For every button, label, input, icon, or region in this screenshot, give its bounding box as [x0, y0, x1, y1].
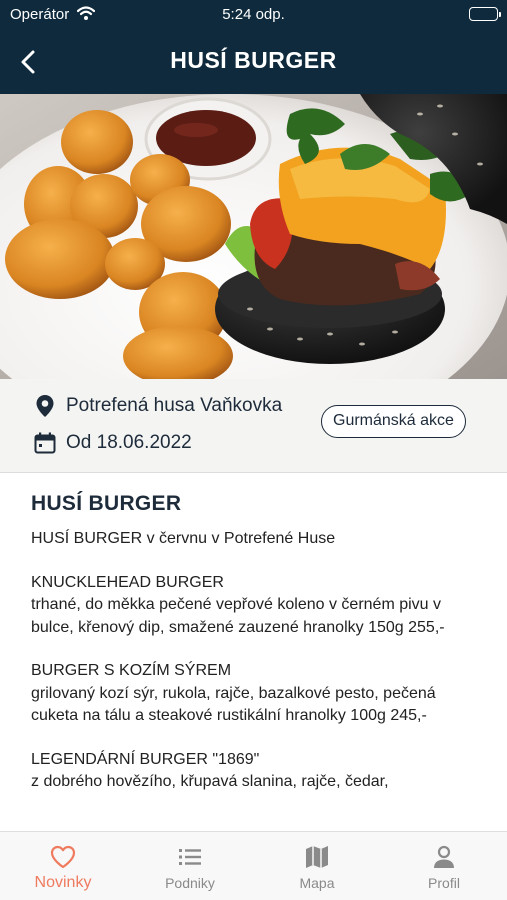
paragraph-body: grilovaný kozí sýr, rukola, rajče, bazal…: [31, 684, 436, 725]
list-icon: [179, 849, 201, 865]
tab-bar: Novinky Podniky Mapa Profil: [0, 831, 507, 900]
battery-icon: [469, 7, 501, 21]
paragraph-body: z dobrého hovězího, křupavá slanina, raj…: [31, 773, 389, 790]
paragraph-title: BURGER S KOZÍM SÝREM: [31, 662, 232, 679]
nav-bar: HUSÍ BURGER: [0, 30, 507, 94]
location-pin-icon: [34, 394, 56, 418]
person-icon: [434, 845, 454, 868]
tab-mapa[interactable]: Mapa: [254, 832, 380, 900]
tab-label: Mapa: [299, 875, 335, 891]
page-title: HUSÍ BURGER: [170, 47, 337, 73]
heart-icon: [50, 845, 76, 869]
date-row: Od 18.06.2022: [34, 431, 192, 455]
tab-label: Podniky: [165, 875, 215, 891]
article-paragraph: LEGENDÁRNÍ BURGER "1869" z dobrého hověz…: [31, 749, 477, 794]
event-photo: [0, 94, 507, 379]
map-icon: [306, 846, 328, 868]
tab-label: Profil: [428, 875, 460, 891]
category-tag[interactable]: Gurmánská akce: [321, 405, 466, 438]
paragraph-body: trhané, do měkka pečené vepřové koleno v…: [31, 596, 445, 636]
venue-name: Potrefená husa Vaňkovka: [66, 395, 283, 416]
event-info: Potrefená husa Vaňkovka Od 18.06.2022 Gu…: [0, 379, 507, 473]
paragraph-title: KNUCKLEHEAD BURGER: [31, 573, 224, 591]
article-paragraph: KNUCKLEHEAD BURGER trhané, do měkka peče…: [31, 572, 477, 640]
status-bar: Operátor 5:24 odp.: [0, 0, 507, 30]
paragraph-title: LEGENDÁRNÍ BURGER "1869": [31, 750, 260, 768]
tab-podniky[interactable]: Podniky: [127, 832, 253, 900]
tab-label: Novinky: [34, 874, 92, 891]
status-time: 5:24 odp.: [222, 6, 285, 23]
tab-novinky[interactable]: Novinky: [0, 832, 126, 900]
venue-row[interactable]: Potrefená husa Vaňkovka: [34, 394, 282, 418]
article-paragraph: BURGER S KOZÍM SÝREM grilovaný kozí sýr,…: [31, 660, 477, 728]
paragraph-title: HUSÍ BURGER v červnu v Potrefené Huse: [31, 530, 336, 547]
event-date: Od 18.06.2022: [66, 432, 192, 453]
article-paragraph: HUSÍ BURGER v červnu v Potrefené Huse: [31, 528, 477, 551]
tab-profil[interactable]: Profil: [381, 832, 507, 900]
article-heading: HUSÍ BURGER: [31, 492, 182, 515]
calendar-icon: [34, 431, 56, 455]
article-content: HUSÍ BURGER HUSÍ BURGER v červnu v Potre…: [0, 474, 507, 831]
